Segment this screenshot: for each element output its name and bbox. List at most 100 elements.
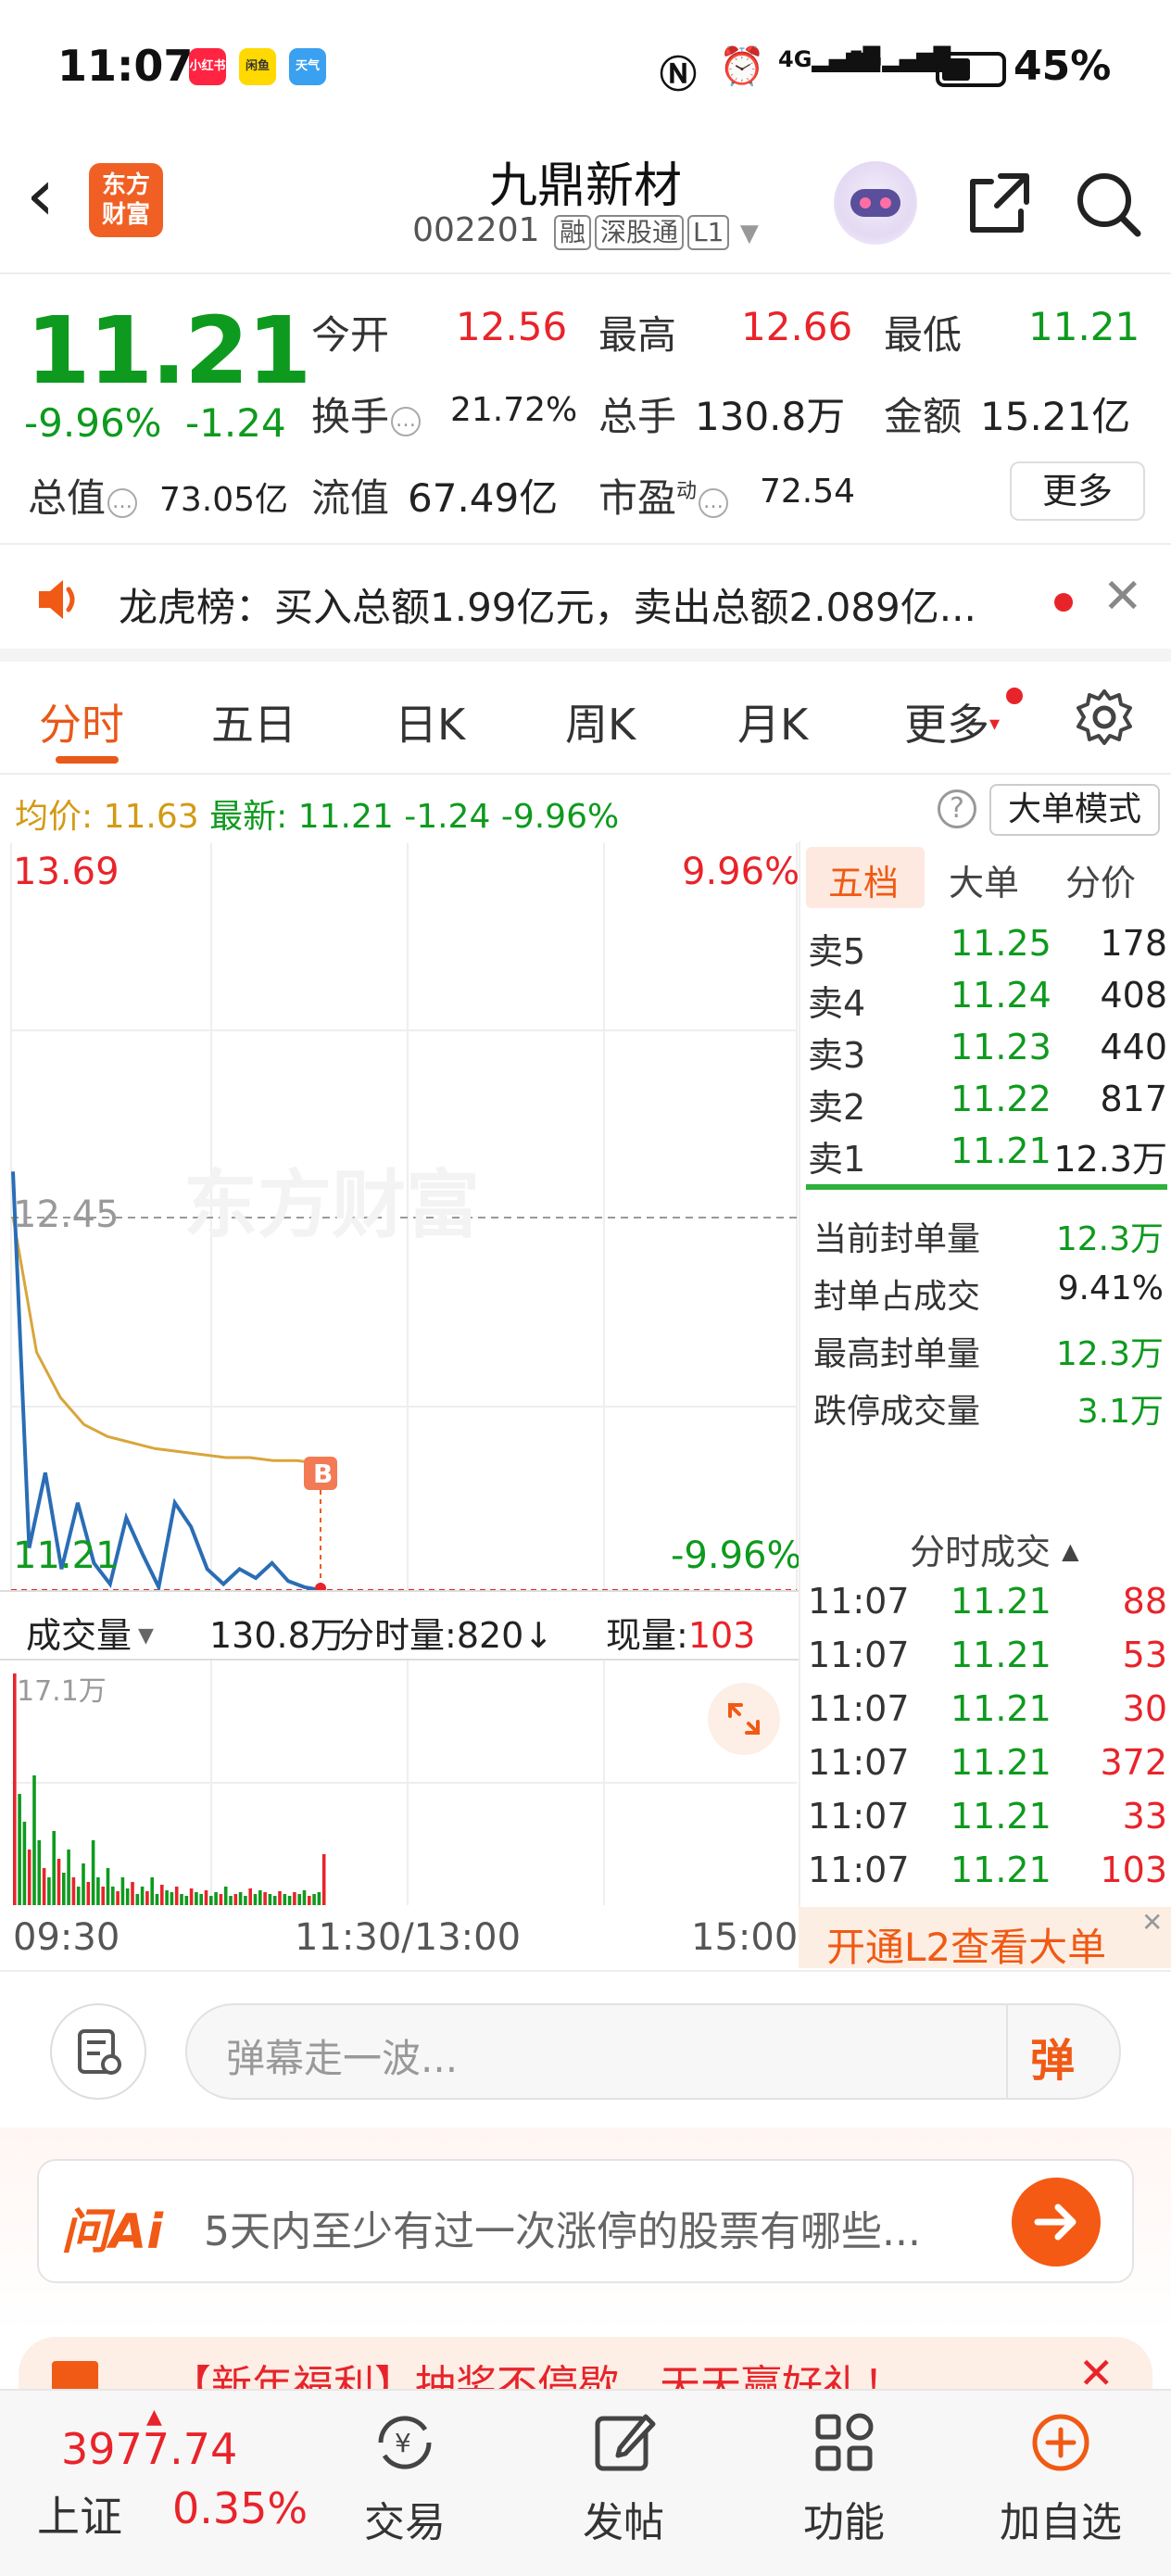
close-icon[interactable]: ✕ xyxy=(1078,2348,1114,2389)
seal-value: 3.1万 xyxy=(1077,1393,1164,1431)
help-icon[interactable]: ? xyxy=(938,789,976,828)
more-button[interactable]: 更多 xyxy=(1010,461,1145,521)
float-value: 67.49亿 xyxy=(408,475,559,521)
volume-bar xyxy=(321,1854,326,1905)
stock-code: 002201 xyxy=(412,211,540,249)
notice-bar[interactable]: 龙虎榜：买入总额1.99亿元，卖出总额2.089亿... ✕ xyxy=(0,549,1171,662)
volume-bar xyxy=(248,1888,252,1905)
close-icon[interactable]: ✕ xyxy=(1102,569,1143,625)
volume-bar xyxy=(199,1894,203,1905)
tab-five-day[interactable]: 五日 xyxy=(211,691,296,752)
ask-list: 卖5 11.25 178 卖4 11.24 408 卖3 11.23 440 卖2 11.22 817… xyxy=(800,917,1171,1186)
nav-trade[interactable]: ¥ 交易 xyxy=(326,2406,484,2548)
volume-label: 总手 xyxy=(598,394,677,439)
index-widget[interactable]: ▲ 3977.74 上证 0.35% xyxy=(37,2406,334,2563)
latest-change: -1.24 xyxy=(404,798,491,836)
turnover-label[interactable]: 换手… xyxy=(311,385,426,442)
pe-label[interactable]: 市盈动… xyxy=(598,467,734,524)
nav-post[interactable]: 发帖 xyxy=(545,2406,702,2548)
gear-icon[interactable] xyxy=(1075,688,1134,751)
promo-text: 【新年福利】抽奖不停歇，天天赢好礼！ xyxy=(170,2362,904,2389)
time-open: 09:30 xyxy=(13,1916,120,1959)
danmu-input[interactable]: 弹幕走一波... 弹 xyxy=(185,2003,1121,2100)
volume-bar xyxy=(67,1850,70,1905)
promo-banner[interactable]: 【新年福利】抽奖不停歇，天天赢好礼！ ✕ xyxy=(0,2333,1171,2389)
order-book: 五档 大单 分价 卖5 11.25 178 卖4 11.24 408 卖3 11.23 440 卖… xyxy=(799,841,1171,1907)
search-icon[interactable] xyxy=(1073,169,1143,243)
nav-functions[interactable]: 功能 xyxy=(765,2406,923,2548)
trade-time: 11:07 xyxy=(808,1850,910,1890)
volume-bar xyxy=(219,1894,223,1905)
share-icon[interactable] xyxy=(963,169,1034,243)
tab-intraday[interactable]: 分时 xyxy=(39,691,124,752)
last-price-dot xyxy=(315,1583,326,1594)
ask-label: 卖1 xyxy=(808,1139,866,1180)
svg-text:¥: ¥ xyxy=(395,2428,411,2458)
tab-price-dist[interactable]: 分价 xyxy=(1065,854,1136,905)
l2-banner[interactable]: 开通L2查看大单 ✕ xyxy=(799,1907,1171,1970)
mktcap-label[interactable]: 总值… xyxy=(28,467,143,524)
avg-label: 均价: xyxy=(15,798,94,836)
ask-ai-box[interactable]: 问Ai 5天内至少有过一次涨停的股票有哪些... xyxy=(37,2159,1134,2283)
nav-add-watchlist[interactable]: 加自选 xyxy=(982,2406,1140,2548)
latest-change-pct: -9.96% xyxy=(500,798,620,836)
quote-panel: 11.21 -9.96% -1.24 今开 12.56 最高 12.66 最低 … xyxy=(0,276,1171,545)
danmu-send-button[interactable]: 弹 xyxy=(1030,2024,1075,2089)
volume-bar xyxy=(268,1894,272,1905)
open-value: 12.56 xyxy=(456,304,568,349)
seal-info: 当前封单量 12.3万 封单占成交 9.41% 最高封单量 12.3万 跌停成交量 3.1万 xyxy=(800,1205,1171,1446)
seal-label: 最高封单量 xyxy=(813,1335,981,1373)
volume-bar xyxy=(204,1890,208,1905)
expand-icon[interactable] xyxy=(708,1683,780,1755)
volume-bar xyxy=(195,1892,198,1905)
volume-selector[interactable]: 成交量 ▼ xyxy=(26,1607,154,1658)
l2-banner-text: 开通L2查看大单 xyxy=(826,1925,1107,1970)
tab-big-order[interactable]: 大单 xyxy=(949,854,1019,905)
close-icon[interactable]: ✕ xyxy=(1141,1907,1163,1938)
mktcap-value: 73.05亿 xyxy=(159,481,289,519)
volume-bar xyxy=(57,1859,61,1905)
arrow-right-icon[interactable] xyxy=(1012,2178,1101,2267)
high-label: 最高 xyxy=(598,312,677,358)
ask-row: 卖4 11.24 408 xyxy=(800,969,1171,1024)
seal-label: 当前封单量 xyxy=(813,1220,981,1258)
trade-price: 11.21 xyxy=(951,1796,1051,1837)
big-order-mode-button[interactable]: 大单模式 xyxy=(989,784,1160,836)
ask-label: 卖4 xyxy=(808,983,866,1024)
more-unread-dot xyxy=(1006,688,1023,704)
ask-separator xyxy=(806,1184,1167,1190)
trade-price: 11.21 xyxy=(951,1850,1051,1890)
ask-row: 卖5 11.25 178 xyxy=(800,917,1171,972)
intraday-chart[interactable]: 东方财富 B 13.69 9.96% 12.45 11.21 -9.96% xyxy=(0,841,802,1594)
plus-circle-icon xyxy=(982,2406,1140,2483)
volume-bar xyxy=(18,1794,21,1905)
tab-weekly-k[interactable]: 周K xyxy=(565,691,636,752)
latest-label: 最新: xyxy=(209,798,288,836)
tab-monthly-k[interactable]: 月K xyxy=(737,691,808,752)
tab-level5[interactable]: 五档 xyxy=(828,854,899,905)
ask-ai-question: 5天内至少有过一次涨停的股票有哪些... xyxy=(204,2208,921,2255)
trade-row: 11:07 11.21 88 xyxy=(800,1577,1171,1631)
volume-bar xyxy=(238,1892,243,1905)
tab-daily-k[interactable]: 日K xyxy=(395,691,465,752)
price-chart-svg: 东方财富 B xyxy=(10,843,798,1594)
tab-more[interactable]: 更多▾ xyxy=(904,691,1000,752)
time-close: 15:00 xyxy=(691,1916,799,1959)
dropdown-icon: ▼ xyxy=(132,1624,154,1648)
ai-robot-icon[interactable] xyxy=(834,161,917,245)
volume-bar xyxy=(244,1896,247,1905)
volume-bar xyxy=(170,1892,174,1905)
seal-label: 封单占成交 xyxy=(813,1278,981,1316)
volume-chart: 17.1万 xyxy=(0,1661,799,1905)
stock-header: ‹ 东方 财富 九鼎新材 002201 融深股通 L1 ▼ xyxy=(0,130,1171,274)
trades-title[interactable]: 分时成交 ▲ xyxy=(910,1523,1079,1574)
danmu-settings-icon[interactable] xyxy=(50,2003,146,2100)
current-price: 11.21 xyxy=(26,297,311,405)
nfc-icon: Ⓝ xyxy=(660,54,697,96)
dropdown-icon: ▾ xyxy=(989,713,1001,736)
seal-row: 当前封单量 12.3万 xyxy=(800,1205,1171,1262)
chart-bottom-price: 11.21 xyxy=(13,1534,120,1577)
seal-value: 9.41% xyxy=(1057,1269,1164,1307)
volume-bar xyxy=(120,1877,125,1905)
nav-add-watchlist-label: 加自选 xyxy=(1000,2499,1122,2546)
